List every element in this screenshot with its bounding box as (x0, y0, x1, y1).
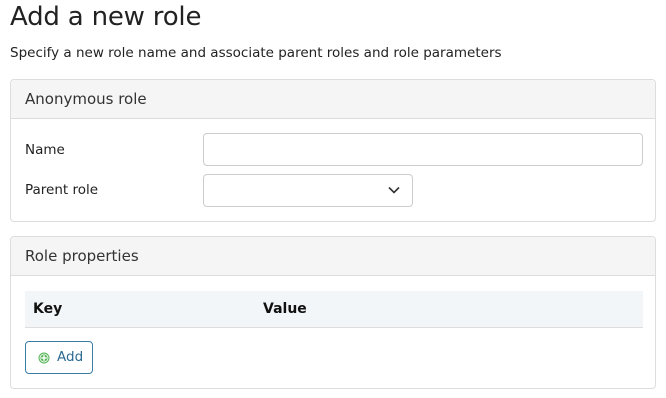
role-panel: Anonymous role Name Parent role (10, 79, 656, 222)
page-title: Add a new role (10, 2, 202, 32)
add-property-button[interactable]: Add (25, 341, 93, 374)
parent-role-select[interactable] (203, 174, 413, 207)
column-header-value: Value (263, 301, 307, 317)
column-header-key: Key (33, 301, 63, 317)
parent-role-label: Parent role (25, 182, 99, 198)
chevron-down-icon (388, 186, 400, 194)
page-subtitle: Specify a new role name and associate pa… (10, 45, 502, 61)
role-panel-header: Anonymous role (11, 80, 655, 119)
name-input[interactable] (203, 133, 643, 166)
role-properties-header: Role properties (11, 237, 655, 276)
plus-circle-icon (38, 352, 50, 364)
role-properties-panel: Role properties Key Value Add (10, 236, 656, 389)
add-button-label: Add (57, 349, 84, 365)
name-label: Name (25, 142, 65, 158)
properties-table-header: Key Value (25, 291, 643, 328)
